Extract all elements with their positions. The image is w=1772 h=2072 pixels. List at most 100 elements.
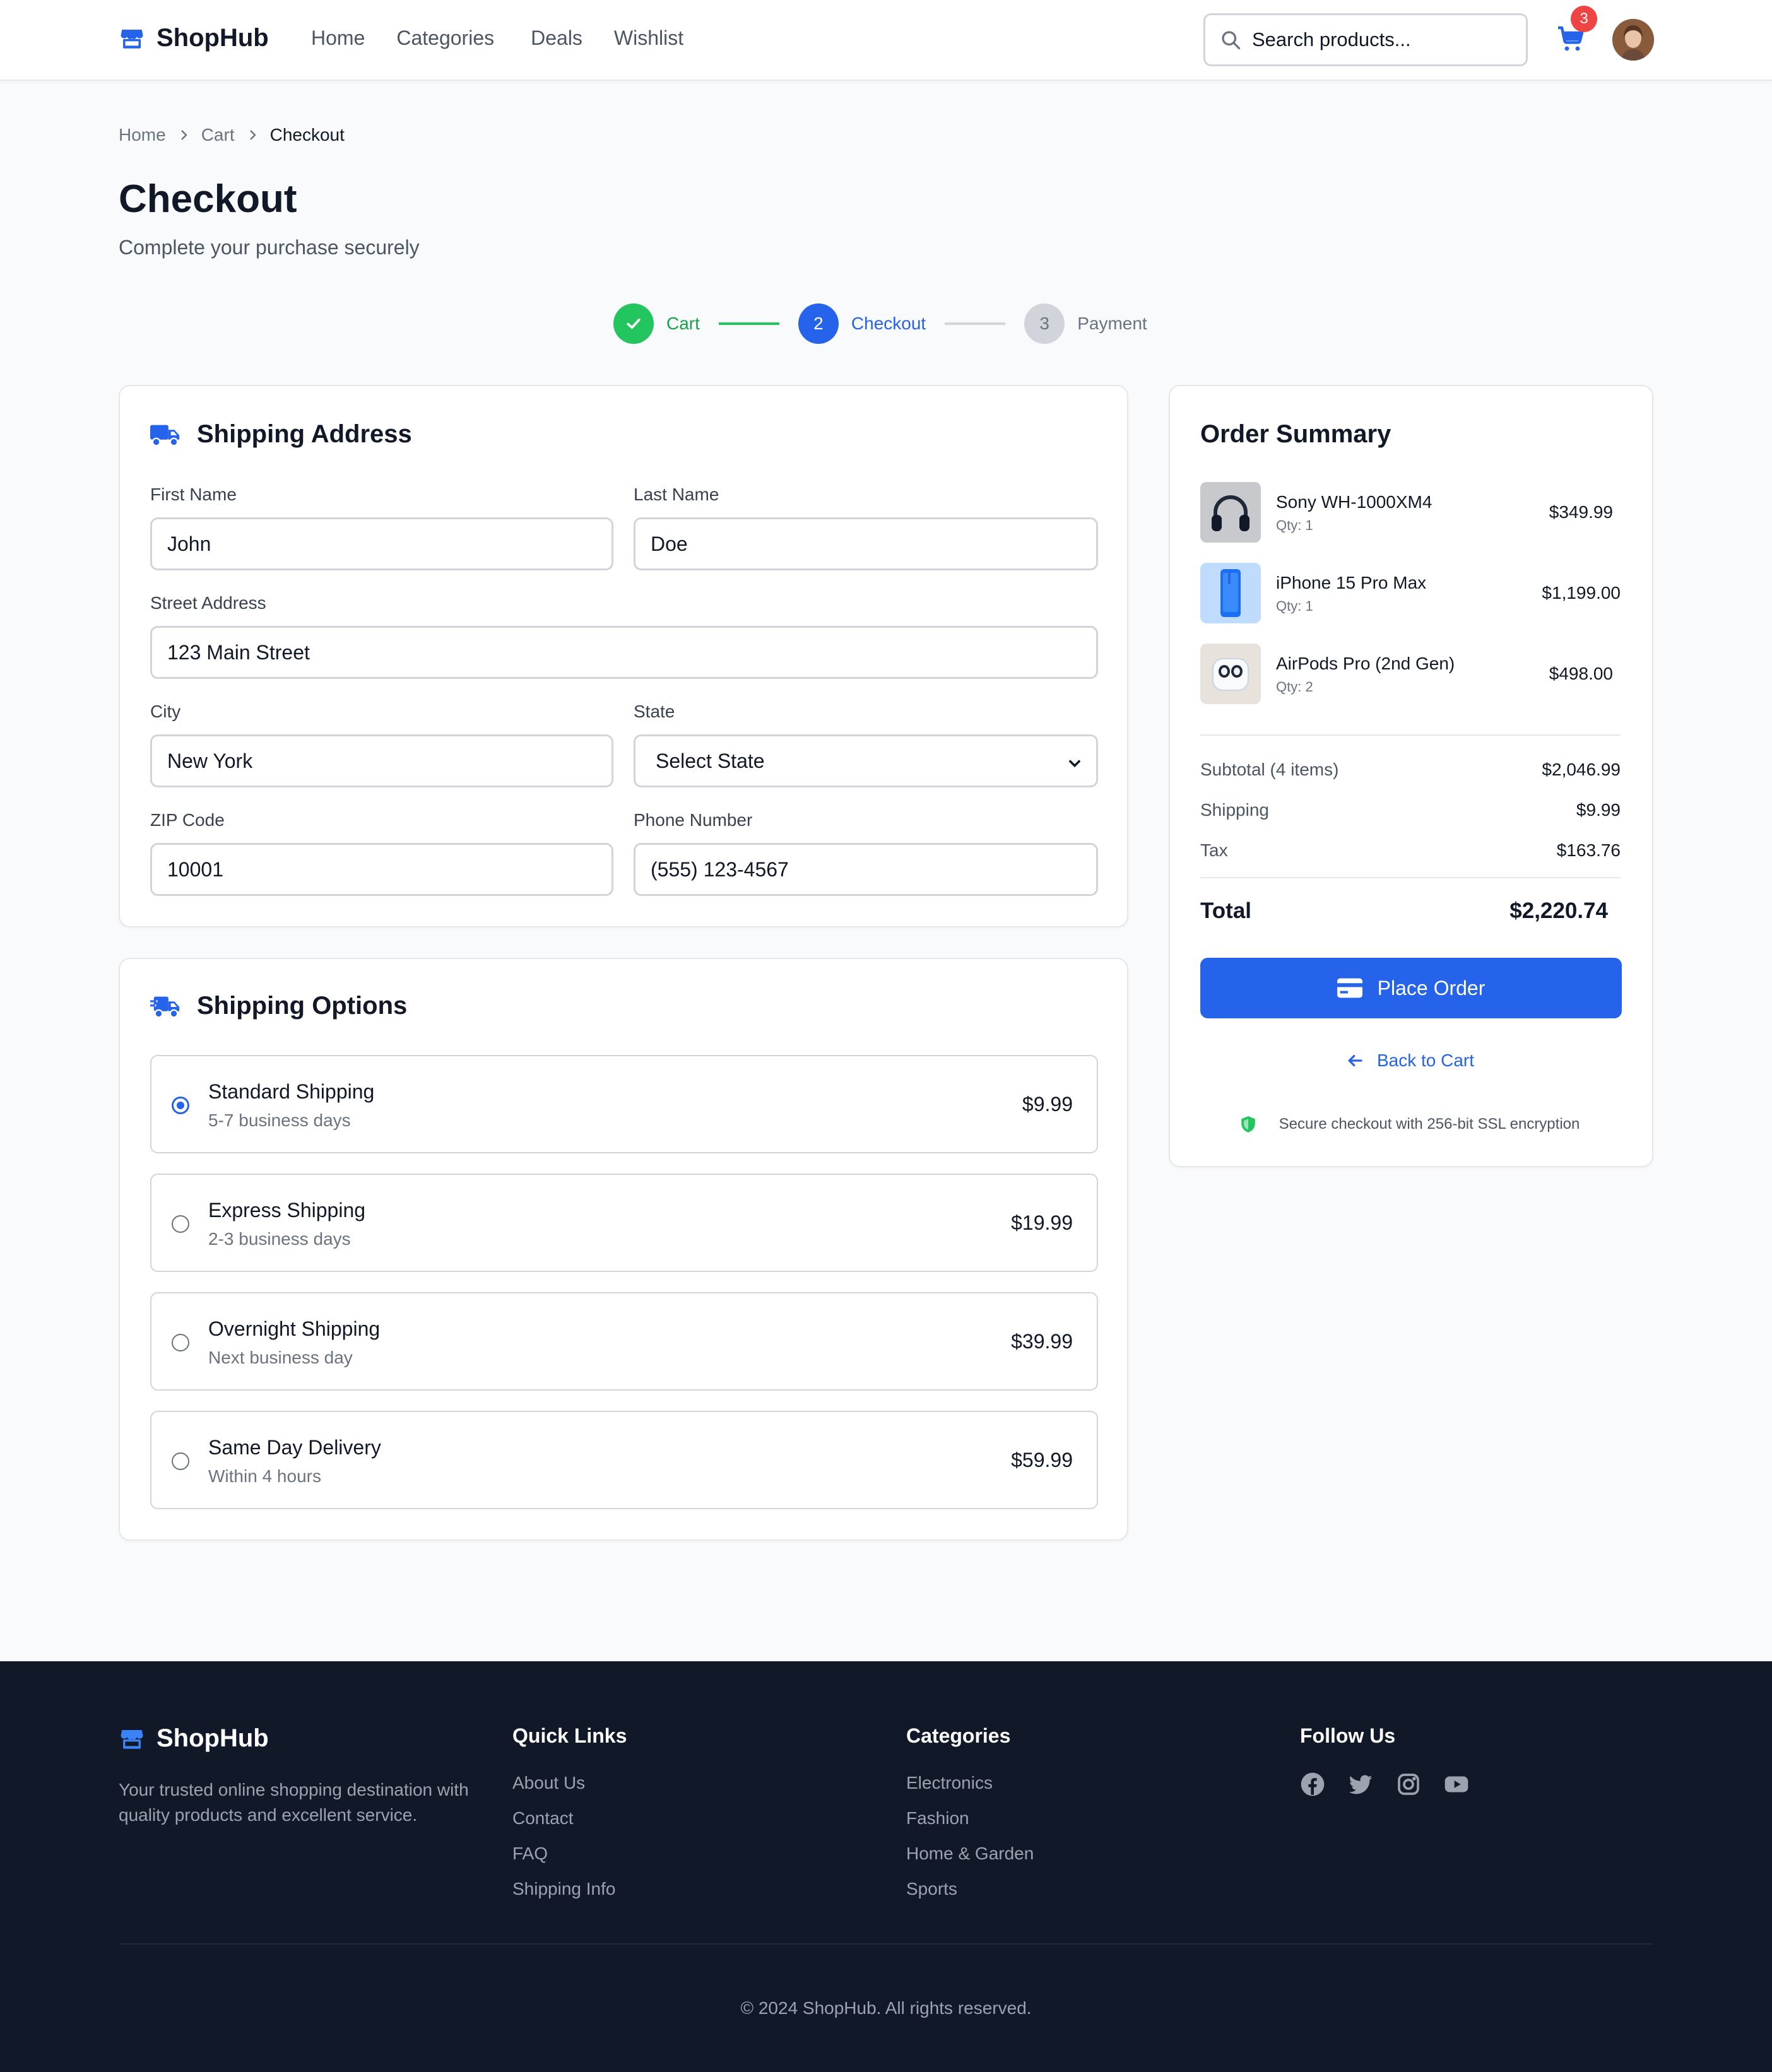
fast-truck-icon [150,996,180,1018]
footer-cat-electronics[interactable]: Electronics [906,1773,1034,1808]
option-name: Standard Shipping [208,1080,375,1103]
breadcrumb-cart[interactable]: Cart [201,125,235,145]
shipping-option-standard[interactable]: Standard Shipping 5-7 business days $9.9… [150,1055,1098,1153]
tax-row: Tax $163.76 [1200,840,1621,861]
store-icon [121,29,143,49]
city-field[interactable]: New York [150,734,613,787]
radio-overnight[interactable] [172,1334,189,1351]
categories-title: Categories [906,1724,1011,1747]
footer-cat-sports[interactable]: Sports [906,1879,1034,1914]
option-eta: 2-3 business days [208,1229,351,1249]
headphones-thumbnail [1200,482,1261,543]
step-checkout-circle: 2 [798,303,839,344]
shipping-option-express[interactable]: Express Shipping 2-3 business days $19.9… [150,1174,1098,1272]
total-label: Total [1200,898,1252,923]
secure-checkout-text: Secure checkout with 256-bit SSL encrypt… [1279,1115,1580,1133]
summary-item: Sony WH-1000XM4 Qty: 1 $349.99 [1200,482,1621,543]
breadcrumb: Home Cart Checkout [119,125,345,145]
footer-cat-fashion[interactable]: Fashion [906,1808,1034,1844]
back-to-cart-label: Back to Cart [1376,1051,1475,1070]
shipping-value: $9.99 [1576,800,1621,820]
option-eta: 5-7 business days [208,1110,351,1130]
copyright-text: © 2024 ShopHub. All rights reserved. [740,1998,1032,2018]
nav-deals[interactable]: Deals [531,26,582,50]
footer-brand[interactable]: ShopHub [119,1724,269,1753]
youtube-icon[interactable] [1444,1772,1469,1797]
order-summary-title: Order Summary [1200,420,1391,448]
footer-link-faq[interactable]: FAQ [512,1844,627,1879]
phone-label: Phone Number [634,810,753,830]
credit-card-icon [1337,978,1362,998]
zip-code-field[interactable]: 10001 [150,843,613,896]
tax-value: $163.76 [1556,840,1621,860]
step-connector [945,322,1006,325]
street-address-label: Street Address [150,593,266,613]
phone-field[interactable]: (555) 123-4567 [634,843,1098,896]
nav-home[interactable]: Home [311,26,365,50]
shipping-option-same-day[interactable]: Same Day Delivery Within 4 hours $59.99 [150,1411,1098,1509]
option-name: Same Day Delivery [208,1436,381,1459]
last-name-field[interactable]: Doe [634,517,1098,570]
subtotal-label: Subtotal (4 items) [1200,760,1339,779]
phone-thumbnail [1200,563,1261,623]
radio-standard[interactable] [172,1097,189,1114]
order-summary-card: Order Summary Sony WH-1000XM4 Qty: 1 $34… [1169,385,1653,1167]
place-order-label: Place Order [1377,976,1486,999]
state-select[interactable]: Select State [634,734,1098,787]
radio-express[interactable] [172,1215,189,1233]
facebook-icon[interactable] [1300,1772,1325,1797]
summary-item: iPhone 15 Pro Max Qty: 1 $1,199.00 [1200,563,1621,623]
footer-description: Your trusted online shopping destination… [119,1780,469,1825]
first-name-field[interactable]: John [150,517,613,570]
site-footer: ShopHub Your trusted online shopping des… [0,1661,1772,2072]
instagram-icon[interactable] [1396,1772,1421,1797]
breadcrumb-home[interactable]: Home [119,125,166,145]
step-cart-label: Cart [666,314,700,333]
chevron-right-icon [249,130,256,140]
search-input[interactable] [1252,28,1517,51]
follow-title: Follow Us [1300,1724,1396,1747]
summary-item: AirPods Pro (2nd Gen) Qty: 2 $498.00 [1200,644,1621,704]
option-price: $9.99 [1022,1093,1073,1115]
footer-link-shipping[interactable]: Shipping Info [512,1879,627,1914]
street-address-field[interactable]: 123 Main Street [150,626,1098,679]
step-checkout-label: Checkout [851,314,926,333]
check-icon [627,318,641,329]
footer-link-about[interactable]: About Us [512,1773,627,1808]
shipping-address-heading: Shipping Address [150,420,412,449]
summary-divider [1200,877,1621,878]
step-payment-label: Payment [1077,314,1147,333]
footer-divider [119,1943,1653,1945]
shipping-options-heading: Shipping Options [150,992,407,1020]
option-price: $19.99 [1011,1211,1073,1234]
back-to-cart-link[interactable]: Back to Cart [1170,1051,1650,1071]
nav-categories[interactable]: Categories [396,26,494,50]
footer-link-contact[interactable]: Contact [512,1808,627,1844]
shipping-address-card: Shipping Address First Name John Last Na… [119,385,1128,927]
twitter-icon[interactable] [1348,1772,1373,1797]
quick-links-title: Quick Links [512,1724,627,1747]
footer-quick-links: Quick Links About Us Contact FAQ Shippin… [512,1724,627,1914]
step-connector [718,322,779,325]
option-eta: Within 4 hours [208,1466,321,1486]
item-qty: Qty: 1 [1276,517,1313,533]
state-label: State [634,702,675,721]
footer-follow: Follow Us [1300,1724,1469,1797]
breadcrumb-current: Checkout [269,125,345,144]
total-value: $2,220.74 [1509,898,1608,923]
footer-cat-home-garden[interactable]: Home & Garden [906,1844,1034,1879]
user-avatar[interactable] [1612,19,1654,61]
step-cart-circle [613,303,654,344]
brand-logo[interactable]: ShopHub [119,24,269,52]
step-payment-circle: 3 [1024,303,1065,344]
arrow-left-icon [1348,1054,1362,1067]
page-title: Checkout [119,177,297,221]
social-links [1300,1772,1469,1797]
main-nav: Home Categories Deals Wishlist [311,26,715,50]
radio-same-day[interactable] [172,1452,189,1470]
shipping-option-overnight[interactable]: Overnight Shipping Next business day $39… [150,1292,1098,1391]
nav-wishlist[interactable]: Wishlist [614,26,683,50]
cart-count-badge: 3 [1571,6,1597,32]
item-name: iPhone 15 Pro Max [1276,573,1427,592]
place-order-button[interactable]: Place Order [1200,958,1622,1018]
